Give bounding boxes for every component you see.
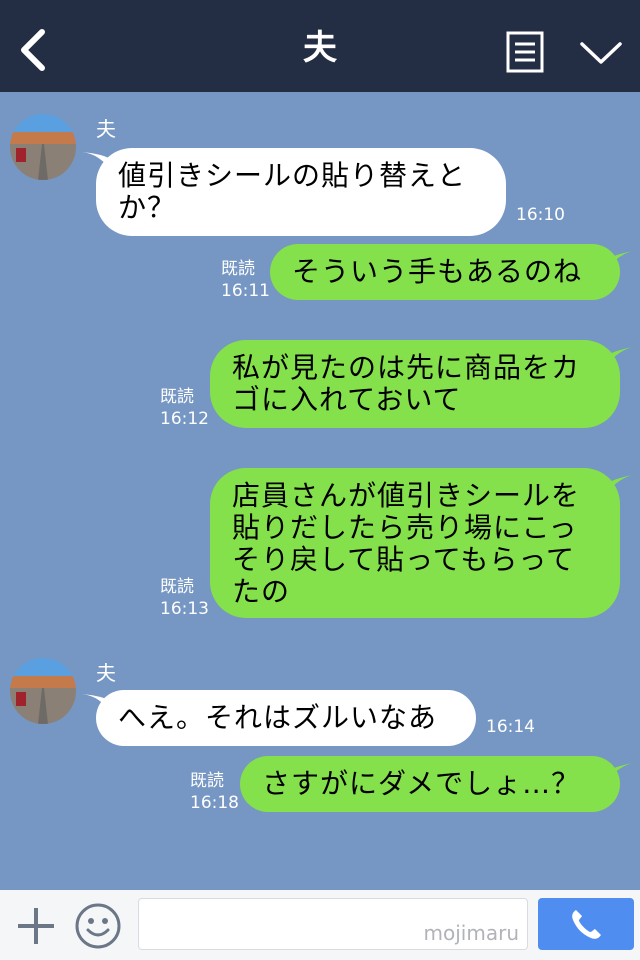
bubble-tail [82, 150, 112, 178]
call-button[interactable] [538, 898, 634, 950]
message-time: 16:14 [486, 717, 535, 737]
message-bubble-outgoing: 私が見たのは先に商品をカ ゴに入れておいて [210, 340, 620, 428]
avatar[interactable] [10, 658, 76, 724]
emoji-icon[interactable] [74, 902, 122, 950]
read-status: 既読 [221, 259, 255, 279]
chevron-down-icon[interactable] [578, 38, 624, 68]
read-status: 既読 [190, 771, 224, 791]
bubble-tail [606, 760, 638, 788]
input-bar: mojimaru [0, 890, 640, 960]
message-bubble-outgoing: さすがにダメでしょ…？ [240, 756, 620, 812]
message-time: 16:10 [516, 205, 565, 225]
avatar[interactable] [10, 114, 76, 180]
chat-header: 夫 [0, 0, 640, 92]
bubble-tail [82, 692, 112, 720]
message-bubble-incoming: 値引きシールの貼り替えと か？ [96, 148, 506, 236]
phone-icon [572, 910, 601, 939]
message-input[interactable]: mojimaru [138, 898, 528, 950]
message-time: 16:12 [160, 409, 209, 429]
message-time: 16:13 [160, 599, 209, 619]
plus-icon[interactable] [14, 904, 58, 948]
bubble-tail [606, 472, 638, 500]
watermark: mojimaru [423, 921, 519, 945]
bubble-tail [606, 344, 638, 372]
message-bubble-outgoing: そういう手もあるのね [270, 244, 620, 300]
menu-icon[interactable] [506, 31, 544, 73]
read-status: 既読 [160, 387, 194, 407]
sender-name: 夫 [96, 661, 116, 685]
bubble-tail [606, 248, 638, 276]
read-status: 既読 [160, 577, 194, 597]
chat-title: 夫 [303, 28, 337, 68]
message-bubble-incoming: へえ。それはズルいなあ [96, 690, 476, 746]
sender-name: 夫 [96, 117, 116, 141]
message-bubble-outgoing: 店員さんが値引きシールを 貼りだしたら売り場にこっ そり戻して貼ってもらって た… [210, 468, 620, 618]
message-time: 16:18 [190, 793, 239, 813]
message-time: 16:11 [221, 281, 270, 301]
